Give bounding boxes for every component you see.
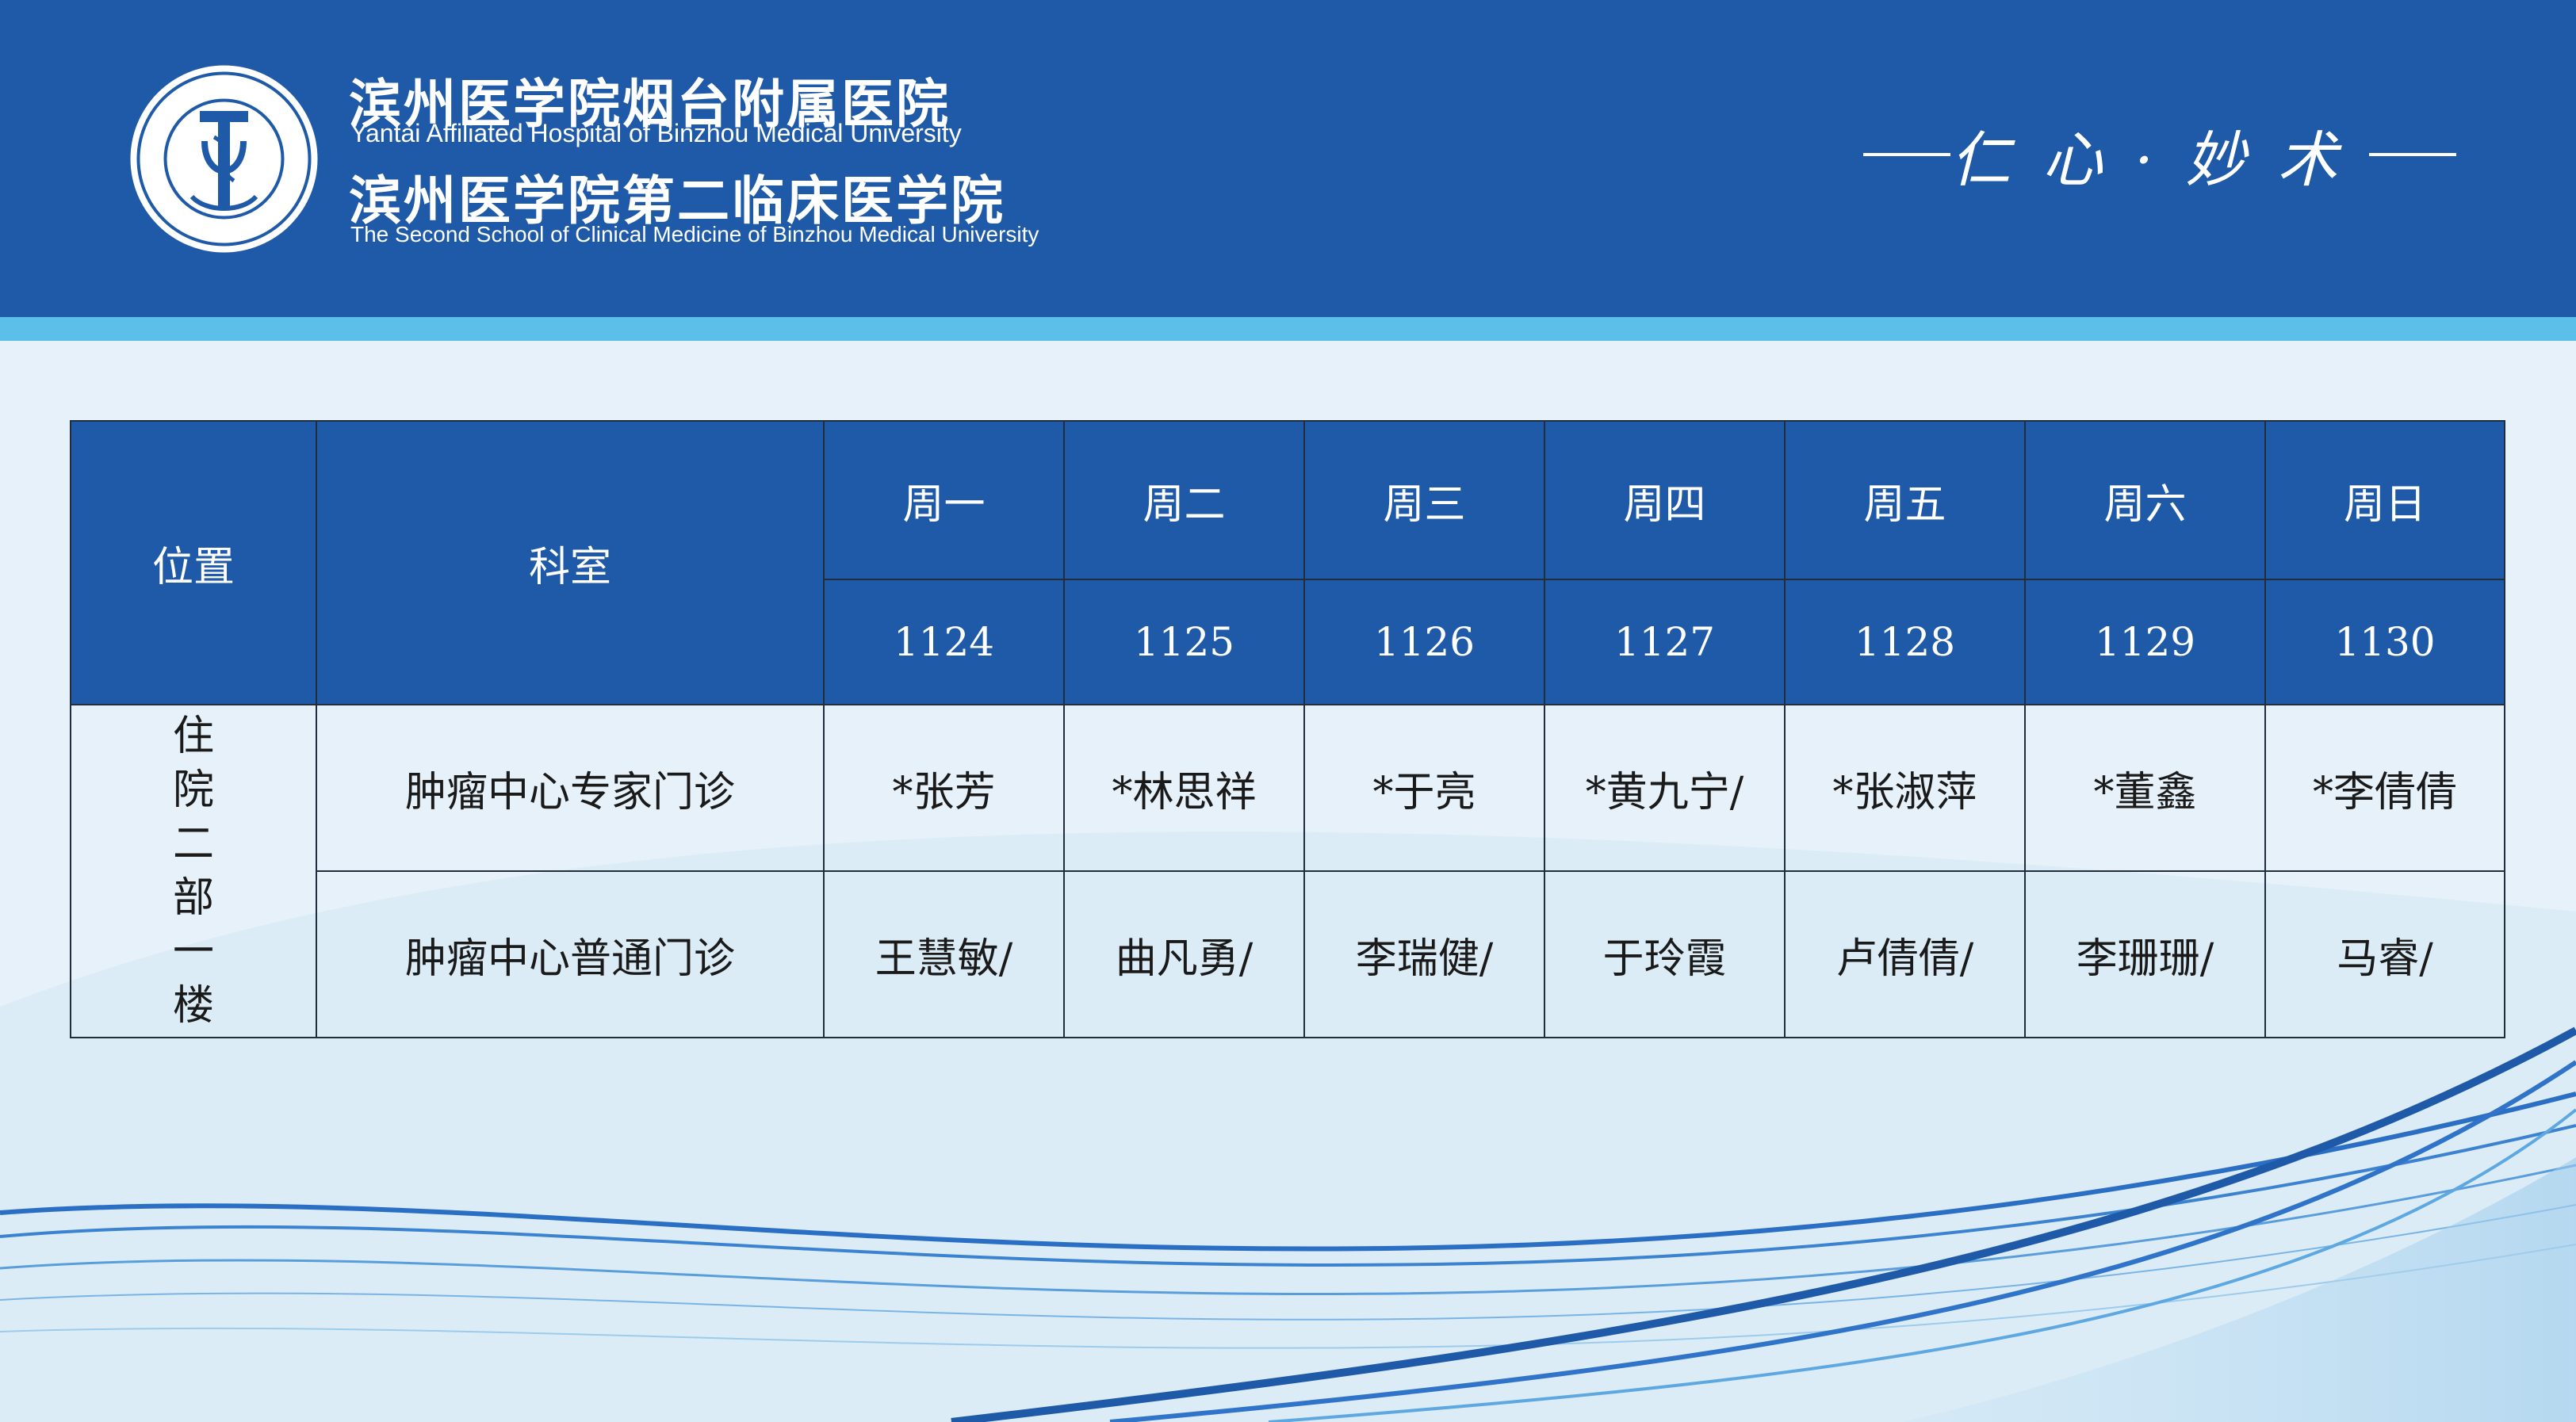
header-day: 周二 xyxy=(1063,420,1305,580)
motto: 仁心·妙术 xyxy=(1863,123,2457,195)
header-department: 科室 xyxy=(316,420,825,705)
doctor-cell: *张芳 xyxy=(823,704,1065,872)
doctor-cell: *董鑫 xyxy=(2024,704,2266,872)
header-date: 1125 xyxy=(1063,579,1305,705)
table-row: 住院二部一楼 肿瘤中心专家门诊 *张芳 *林思祥 *于亮 *黄九宁/ *张淑萍 … xyxy=(70,704,2505,1038)
hospital-name-en-2: The Second School of Clinical Medicine o… xyxy=(350,222,1039,247)
table-row: 肿瘤中心普通门诊 王慧敏/ 曲凡勇/ 李瑞健/ 于玲霞 卢倩倩/ 李珊珊/ 马睿… xyxy=(71,870,2505,1038)
location-text: 住院二部一楼 xyxy=(172,713,214,1030)
header-stripe xyxy=(0,317,2576,341)
doctor-cell: 卢倩倩/ xyxy=(1784,870,2026,1038)
header-date: 1124 xyxy=(823,579,1065,705)
doctor-cell: *张淑萍 xyxy=(1784,704,2026,872)
hospital-name-en-1: Yantai Affiliated Hospital of Binzhou Me… xyxy=(350,119,962,147)
doctor-cell: 于玲霞 xyxy=(1544,870,1786,1038)
header-row-days: 位置 科室 周一 周二 周三 周四 周五 周六 周日 xyxy=(70,420,2505,705)
department-cell: 肿瘤中心专家门诊 xyxy=(316,704,825,872)
doctor-cell: 李珊珊/ xyxy=(2024,870,2266,1038)
header-day: 周五 xyxy=(1784,420,2026,580)
motto-left-dash xyxy=(1863,153,1950,156)
doctor-cell: 马睿/ xyxy=(2264,870,2505,1038)
doctor-cell: *黄九宁/ xyxy=(1544,704,1786,872)
header-day: 周四 xyxy=(1544,420,1786,580)
doctor-cell: *林思祥 xyxy=(1063,704,1305,872)
header-day: 周三 xyxy=(1303,420,1545,580)
hospital-logo-icon xyxy=(130,65,318,253)
header-date: 1129 xyxy=(2024,579,2266,705)
doctor-cell: *李倩倩 xyxy=(2264,704,2505,872)
header-day: 周一 xyxy=(823,420,1065,580)
doctor-cell: *于亮 xyxy=(1303,704,1545,872)
location-cell: 住院二部一楼 xyxy=(70,704,317,1038)
header-day: 周日 xyxy=(2264,420,2505,580)
schedule-table: 位置 科室 周一 周二 周三 周四 周五 周六 周日 1124 1125 112… xyxy=(70,420,2505,1038)
doctor-cell: 曲凡勇/ xyxy=(1063,870,1305,1038)
motto-text: 仁心·妙术 xyxy=(1950,124,2370,195)
department-cell: 肿瘤中心普通门诊 xyxy=(316,870,825,1038)
header-date: 1126 xyxy=(1303,579,1545,705)
doctor-cell: 王慧敏/ xyxy=(823,870,1065,1038)
header-location: 位置 xyxy=(70,420,317,705)
header-date: 1127 xyxy=(1544,579,1786,705)
doctor-cell: 李瑞健/ xyxy=(1303,870,1545,1038)
header-date: 1130 xyxy=(2264,579,2505,705)
header-day: 周六 xyxy=(2024,420,2266,580)
header-date: 1128 xyxy=(1784,579,2026,705)
motto-right-dash xyxy=(2369,153,2457,156)
